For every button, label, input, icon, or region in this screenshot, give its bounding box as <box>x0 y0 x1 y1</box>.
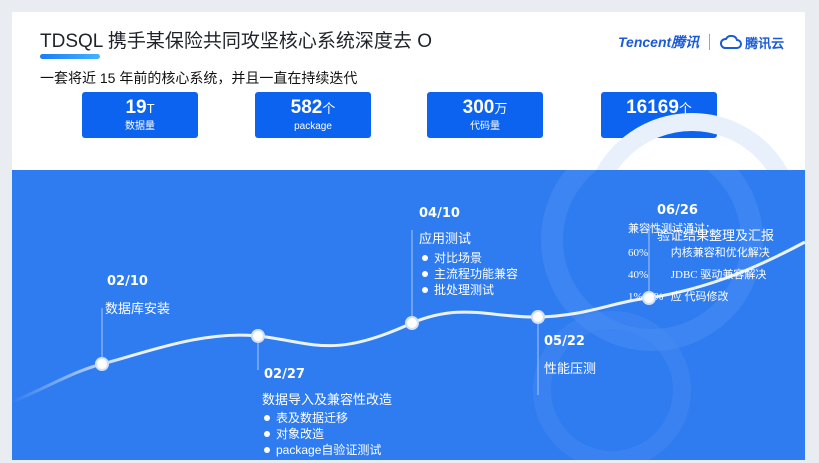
list-item: 对象改造 <box>262 426 381 442</box>
compat-pct: 60% <box>628 247 649 259</box>
milestone-bullets: 对比场景 主流程功能兼容 批处理测试 <box>420 250 518 298</box>
compat-pct: 40% <box>628 269 649 281</box>
list-item: 主流程功能兼容 <box>420 266 518 282</box>
stat-label: 数据量 <box>125 121 155 132</box>
milestone-date: 05/22 <box>544 334 585 349</box>
stat-label: 代码量 <box>470 121 500 132</box>
tencent-logo-cn: 腾讯 <box>671 34 700 50</box>
milestone-bullets: 表及数据迁移 对象改造 package自验证测试 <box>262 410 381 458</box>
brand-divider <box>709 34 711 50</box>
milestone-date: 02/10 <box>107 274 148 289</box>
brand-logos: Tencent腾讯 腾讯云 <box>618 32 784 52</box>
stat-unit: T <box>146 101 155 116</box>
milestone-label: 应用测试 <box>419 231 472 246</box>
list-item: package自验证测试 <box>262 442 381 458</box>
milestone-node <box>405 316 419 330</box>
page-subtitle: 一套将近 15 年前的核心系统，并且一直在持续迭代 <box>40 70 358 86</box>
compat-title: 兼容性测试通过： <box>628 223 716 235</box>
stat-unit: 个 <box>322 101 336 116</box>
compat-row: 40% JDBC 驱动兼容解决 <box>628 266 770 288</box>
stat-value: 19 <box>125 97 147 118</box>
cloud-icon <box>720 35 743 49</box>
tencent-logo-text: Tencent <box>618 34 672 50</box>
compat-pct: 1%~0% <box>628 291 664 303</box>
list-item: 对比场景 <box>420 250 518 266</box>
list-item: 批处理测试 <box>420 282 518 298</box>
tencent-cloud-logo-text: 腾讯云 <box>745 35 785 51</box>
stat-value: 300 <box>462 97 495 118</box>
list-item: 表及数据迁移 <box>262 410 381 426</box>
milestone-label: 数据库安装 <box>105 301 171 316</box>
stat-label: package <box>294 121 332 132</box>
milestone-date: 04/10 <box>419 206 460 221</box>
compat-row: 60% 内核兼容和优化解决 <box>628 244 770 266</box>
compat-summary: 兼容性测试通过： 60% 内核兼容和优化解决 40% JDBC 驱动兼容解决 1… <box>628 220 770 310</box>
stat-unit: 万 <box>494 101 508 116</box>
tencent-logo: Tencent腾讯 <box>618 32 699 52</box>
stat-card-package: 582个 package <box>255 92 371 138</box>
milestone-node <box>531 310 545 324</box>
slide: TDSQL 携手某保险共同攻坚核心系统深度去 O 一套将近 15 年前的核心系统… <box>12 12 805 460</box>
milestone-date: 02/27 <box>264 367 305 382</box>
compat-row: 1%~0% 应 代码修改 <box>628 288 770 310</box>
stat-value: 582 <box>290 97 323 118</box>
milestone-label: 性能压测 <box>544 361 597 376</box>
page-title: TDSQL 携手某保险共同攻坚核心系统深度去 O <box>40 31 432 52</box>
compat-text: 内核兼容和优化解决 <box>670 247 770 259</box>
milestone-label: 数据导入及兼容性改造 <box>262 392 393 407</box>
milestone-date: 06/26 <box>657 203 698 218</box>
milestone-node <box>251 329 265 343</box>
title-underline <box>40 54 100 59</box>
stat-card-data-volume: 19T 数据量 <box>82 92 198 138</box>
compat-text: JDBC 驱动兼容解决 <box>670 269 767 281</box>
stat-card-code-volume: 300万 代码量 <box>427 92 543 138</box>
compat-text: 应 代码修改 <box>670 291 729 303</box>
timeline-panel: 02/10 数据库安装 02/27 数据导入及兼容性改造 表及数据迁移 对象改造… <box>12 170 805 460</box>
milestone-node <box>95 357 109 371</box>
